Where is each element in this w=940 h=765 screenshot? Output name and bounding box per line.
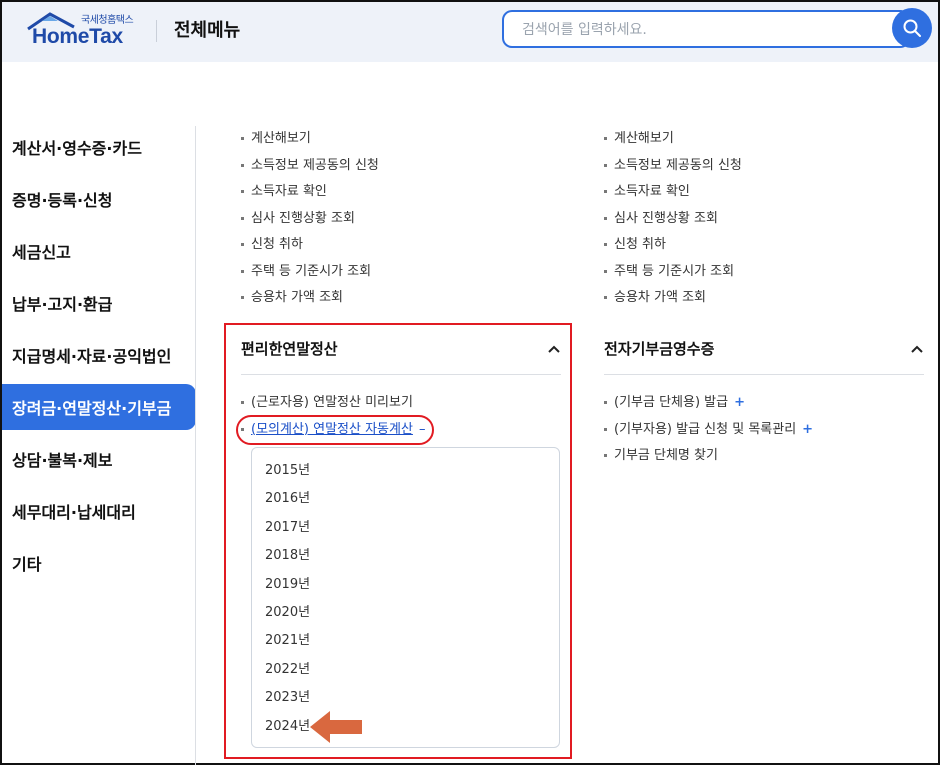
link-income-data[interactable]: 소득자료 확인 — [604, 182, 742, 209]
sidebar-item-tax-return[interactable]: 세금신고 — [2, 228, 196, 274]
search-box — [502, 10, 910, 48]
link-donation-issue-donor[interactable]: (기부자용) 발급 신청 및 목록관리 + — [604, 420, 813, 447]
link-calculate[interactable]: 계산해보기 — [241, 129, 379, 156]
link-label: 기부금 단체명 찾기 — [614, 448, 718, 463]
link-label: (기부금 단체용) 발급 — [614, 395, 729, 410]
sidebar-item-invoice[interactable]: 계산서·영수증·카드 — [2, 124, 196, 170]
link-donation-issue-org[interactable]: (기부금 단체용) 발급 + — [604, 393, 813, 420]
sidebar: 계산서·영수증·카드 증명·등록·신청 세금신고 납부·고지·환급 지급명세·자… — [2, 124, 196, 592]
link-review-status[interactable]: 심사 진행상황 조회 — [241, 209, 379, 236]
page-title: 전체메뉴 — [174, 20, 241, 41]
link-car-price[interactable]: 승용차 가액 조회 — [604, 288, 742, 315]
expand-toggle[interactable]: + — [802, 422, 813, 437]
search-button[interactable] — [892, 8, 932, 48]
sidebar-item-certificate[interactable]: 증명·등록·신청 — [2, 176, 196, 222]
sidebar-item-incentive-yearend[interactable]: 장려금·연말정산·기부금 — [2, 384, 196, 430]
header-divider — [156, 20, 157, 42]
link-donation-org-search[interactable]: 기부금 단체명 찾기 — [604, 446, 813, 473]
link-consent[interactable]: 소득정보 제공동의 신청 — [241, 156, 379, 183]
sidebar-item-tax-agent[interactable]: 세무대리·납세대리 — [2, 488, 196, 534]
hometax-logo[interactable]: 국세청홈택스 HomeTax — [26, 11, 138, 49]
sidebar-divider — [195, 126, 196, 765]
link-label: (기부자용) 발급 신청 및 목록관리 — [614, 421, 797, 437]
highlight-box — [224, 323, 572, 759]
highlight-oval — [236, 415, 434, 445]
expand-toggle[interactable]: + — [734, 395, 745, 410]
pointer-arrow-icon — [310, 711, 362, 743]
search-icon — [903, 19, 921, 37]
link-review-status[interactable]: 심사 진행상황 조회 — [604, 209, 742, 236]
logo-text: HomeTax — [32, 25, 123, 48]
chevron-up-icon[interactable] — [910, 342, 924, 356]
link-cancel-request[interactable]: 신청 취하 — [604, 235, 742, 262]
link-car-price[interactable]: 승용차 가액 조회 — [241, 288, 379, 315]
section-title: 전자기부금영수증 — [604, 340, 715, 358]
link-consent[interactable]: 소득정보 제공동의 신청 — [604, 156, 742, 183]
donation-link-list: (기부금 단체용) 발급 + (기부자용) 발급 신청 및 목록관리 + 기부금 단… — [604, 393, 813, 473]
sidebar-item-payment[interactable]: 납부·고지·환급 — [2, 280, 196, 326]
logo-subtitle: 국세청홈택스 — [81, 15, 134, 26]
right-link-list: 계산해보기 소득정보 제공동의 신청 소득자료 확인 심사 진행상황 조회 신청… — [604, 129, 742, 315]
section-header-donation[interactable]: 전자기부금영수증 — [604, 323, 924, 375]
link-house-price[interactable]: 주택 등 기준시가 조회 — [604, 262, 742, 289]
left-link-list: 계산해보기 소득정보 제공동의 신청 소득자료 확인 심사 진행상황 조회 신청… — [241, 129, 379, 315]
sidebar-item-consultation[interactable]: 상담·불복·제보 — [2, 436, 196, 482]
link-cancel-request[interactable]: 신청 취하 — [241, 235, 379, 262]
link-calculate[interactable]: 계산해보기 — [604, 129, 742, 156]
link-house-price[interactable]: 주택 등 기준시가 조회 — [241, 262, 379, 289]
link-income-data[interactable]: 소득자료 확인 — [241, 182, 379, 209]
header: 국세청홈택스 HomeTax 전체메뉴 — [2, 2, 938, 62]
sidebar-item-etc[interactable]: 기타 — [2, 540, 196, 586]
sidebar-item-payment-statement[interactable]: 지급명세·자료·공익법인 — [2, 332, 196, 378]
search-input[interactable] — [522, 20, 882, 40]
